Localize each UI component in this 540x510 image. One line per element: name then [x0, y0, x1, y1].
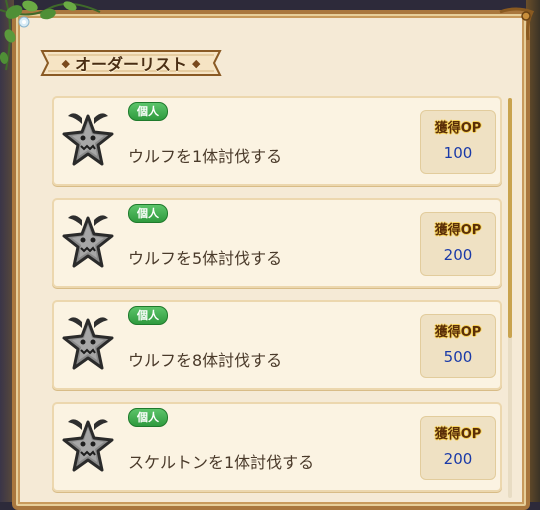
op-label: 獲得OP: [434, 325, 482, 340]
op-reward-box: 獲得OP 500: [420, 314, 496, 378]
wolf-star-icon: [62, 317, 114, 370]
header-deco-right-icon: ◆: [192, 56, 201, 70]
scrollbar-thumb[interactable]: [508, 98, 512, 338]
op-label: 獲得OP: [434, 223, 482, 238]
skeleton-star-icon: [62, 419, 114, 472]
order-item[interactable]: 個人 スケルトンを1体討伐する 獲得OP 200: [52, 402, 502, 492]
op-reward-box: 獲得OP 100: [420, 110, 496, 174]
order-item[interactable]: 個人 ウルフを8体討伐する 獲得OP 500: [52, 300, 502, 390]
wolf-star-icon: [62, 215, 114, 268]
corner-ornament-icon: [499, 7, 535, 41]
personal-badge: 個人: [128, 408, 168, 427]
header-title-text: オーダーリスト: [74, 55, 187, 74]
op-value: 100: [443, 144, 473, 162]
op-reward-box: 獲得OP 200: [420, 416, 496, 480]
op-value: 500: [443, 348, 473, 366]
header-deco-left-icon: ◆: [61, 56, 70, 70]
op-value: 200: [443, 450, 473, 468]
op-value: 200: [443, 246, 473, 264]
op-reward-box: 獲得OP 200: [420, 212, 496, 276]
personal-badge: 個人: [128, 306, 168, 325]
order-title: ウルフを8体討伐する: [128, 351, 283, 370]
op-label: 獲得OP: [434, 121, 482, 136]
op-label: 獲得OP: [434, 427, 482, 442]
header-title: ◆ オーダーリスト ◆: [38, 48, 224, 78]
wolf-star-icon: [62, 113, 114, 166]
order-list: 個人 ウルフを1体討伐する 獲得OP 100 個人 ウルフを5体討伐する 獲得O…: [52, 96, 502, 504]
order-title: ウルフを1体討伐する: [128, 147, 283, 166]
order-title: スケルトンを1体討伐する: [128, 453, 315, 472]
order-item[interactable]: 個人 ウルフを5体討伐する 獲得OP 200: [52, 198, 502, 288]
personal-badge: 個人: [128, 102, 168, 121]
order-title: ウルフを5体討伐する: [128, 249, 283, 268]
order-item[interactable]: 個人 ウルフを1体討伐する 獲得OP 100: [52, 96, 502, 186]
personal-badge: 個人: [128, 204, 168, 223]
